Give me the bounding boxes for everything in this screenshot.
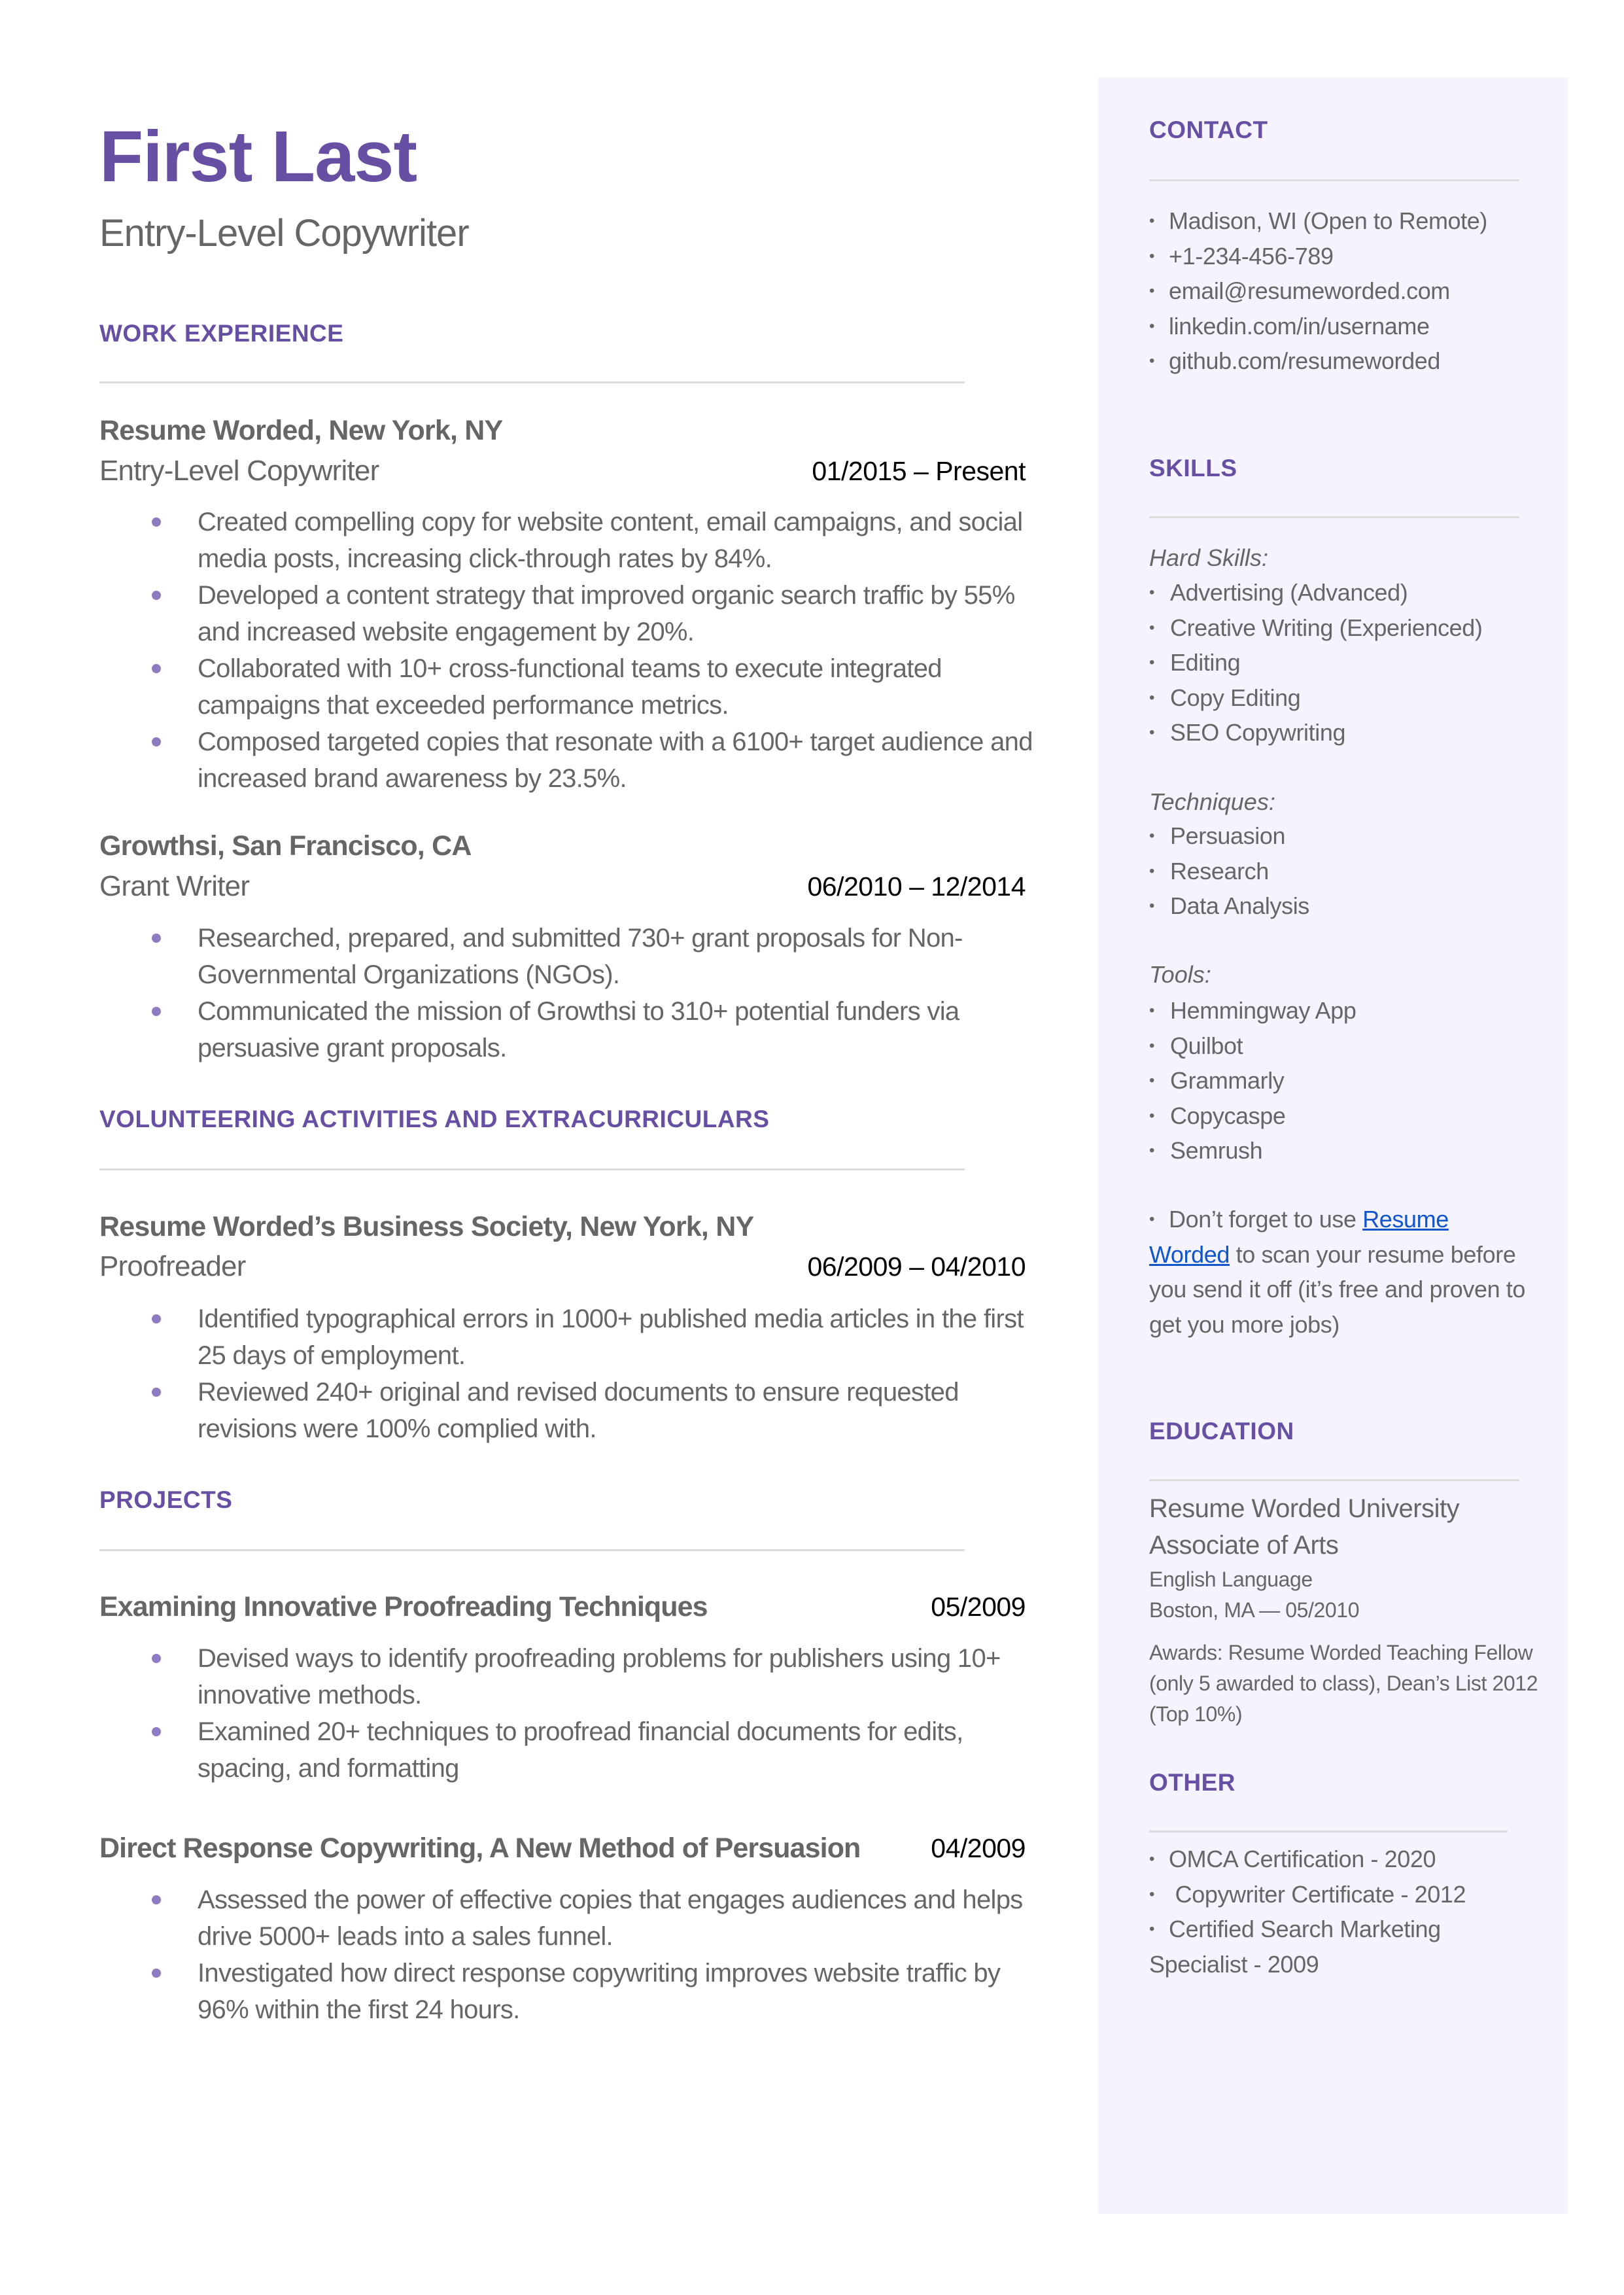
- other-item: • OMCA Certification - 2020: [1149, 1842, 1522, 1877]
- bullet-icon: •: [1149, 1210, 1155, 1228]
- project-bullets: Devised ways to identify proofreading pr…: [144, 1640, 1033, 1787]
- skill-item: Hemmingway App: [1149, 993, 1529, 1028]
- candidate-headline: Entry-Level Copywriter: [99, 212, 470, 254]
- skills-list-tools: Hemmingway App Quilbot Grammarly Copycas…: [1149, 993, 1529, 1168]
- contact-github[interactable]: github.com/resumeworded: [1149, 343, 1529, 379]
- section-title-contact: CONTACT: [1149, 116, 1268, 143]
- other-item-text: Copywriter Certificate - 2012: [1169, 1880, 1466, 1908]
- bullet-item: Collaborated with 10+ cross-functional t…: [144, 650, 1033, 724]
- skills-list-hard: Advertising (Advanced) Creative Writing …: [1149, 575, 1529, 750]
- resume-worded-tip: • Don’t forget to use Resume Worded to sc…: [1149, 1202, 1535, 1342]
- section-divider: [99, 1549, 965, 1551]
- education-degree: Associate of Arts: [1149, 1531, 1339, 1560]
- skill-item: Semrush: [1149, 1133, 1529, 1168]
- contact-email[interactable]: email@resumeworded.com: [1149, 273, 1529, 309]
- skills-group-label: Hard Skills:: [1149, 544, 1269, 571]
- skill-item: Grammarly: [1149, 1063, 1529, 1098]
- job-organization: Growthsi, San Francisco, CA: [99, 830, 472, 862]
- other-item-text: OMCA Certification - 2020: [1169, 1846, 1436, 1872]
- job-dates: 06/2010 – 12/2014: [807, 871, 1026, 902]
- project-title: Examining Innovative Proofreading Techni…: [99, 1591, 708, 1622]
- section-title-education: EDUCATION: [1149, 1418, 1294, 1445]
- section-title-skills: SKILLS: [1149, 455, 1237, 482]
- bullet-item: Investigated how direct response copywri…: [144, 1955, 1033, 2028]
- volunteer-dates: 06/2009 – 04/2010: [807, 1252, 1026, 1282]
- section-title-projects: PROJECTS: [99, 1486, 233, 1513]
- section-divider: [1149, 179, 1519, 181]
- skill-item: Editing: [1149, 645, 1529, 680]
- candidate-name: First Last: [99, 116, 417, 197]
- section-divider: [1149, 1479, 1519, 1481]
- job-role: Grant Writer: [99, 870, 250, 902]
- bullet-item: Identified typographical errors in 1000+…: [144, 1301, 1033, 1374]
- contact-list: Madison, WI (Open to Remote) +1-234-456-…: [1149, 203, 1529, 379]
- bullet-item: Communicated the mission of Growthsi to …: [144, 993, 1033, 1066]
- project-bullets: Assessed the power of effective copies t…: [144, 1882, 1033, 2028]
- job-organization: Resume Worded, New York, NY: [99, 415, 503, 446]
- section-title-other: OTHER: [1149, 1769, 1235, 1796]
- skill-item: Copy Editing: [1149, 680, 1529, 716]
- section-title-work-experience: WORK EXPERIENCE: [99, 320, 344, 347]
- bullet-item: Developed a content strategy that improv…: [144, 577, 1033, 650]
- contact-location: Madison, WI (Open to Remote): [1149, 203, 1529, 239]
- bullet-item: Assessed the power of effective copies t…: [144, 1882, 1033, 1955]
- tip-text-before: Don’t forget to use: [1169, 1206, 1363, 1233]
- bullet-icon: •: [1149, 1885, 1155, 1903]
- skill-item: Persuasion: [1149, 818, 1529, 854]
- volunteer-bullets: Identified typographical errors in 1000+…: [144, 1301, 1033, 1447]
- education-school: Resume Worded University: [1149, 1494, 1460, 1523]
- bullet-item: Devised ways to identify proofreading pr…: [144, 1640, 1033, 1713]
- other-item-text: Certified Search Marketing Specialist - …: [1149, 1916, 1441, 1978]
- bullet-icon: •: [1149, 1920, 1155, 1938]
- other-item: • Certified Search Marketing Specialist -…: [1149, 1912, 1522, 1982]
- other-item: • Copywriter Certificate - 2012: [1149, 1877, 1522, 1912]
- skill-item: Data Analysis: [1149, 888, 1529, 924]
- education-location-date: Boston, MA — 05/2010: [1149, 1598, 1360, 1622]
- skill-item: Creative Writing (Experienced): [1149, 610, 1529, 646]
- job-bullets: Researched, prepared, and submitted 730+…: [144, 920, 1033, 1066]
- job-role: Entry-Level Copywriter: [99, 455, 379, 487]
- bullet-item: Composed targeted copies that resonate w…: [144, 724, 1033, 797]
- skill-item: SEO Copywriting: [1149, 715, 1529, 750]
- project-date: 05/2009: [931, 1592, 1026, 1622]
- bullet-icon: •: [1149, 1850, 1155, 1868]
- other-list: • OMCA Certification - 2020 • Copywriter …: [1149, 1842, 1522, 1982]
- skill-item: Advertising (Advanced): [1149, 575, 1529, 610]
- skills-group-label: Tools:: [1149, 961, 1211, 988]
- education-field: English Language: [1149, 1568, 1313, 1591]
- contact-linkedin[interactable]: linkedin.com/in/username: [1149, 309, 1529, 344]
- bullet-item: Reviewed 240+ original and revised docum…: [144, 1374, 1033, 1447]
- skill-item: Research: [1149, 854, 1529, 889]
- section-divider: [1149, 516, 1519, 518]
- bullet-item: Researched, prepared, and submitted 730+…: [144, 920, 1033, 993]
- contact-phone[interactable]: +1-234-456-789: [1149, 239, 1529, 274]
- skill-item: Quilbot: [1149, 1028, 1529, 1064]
- section-divider: [99, 1168, 965, 1170]
- project-date: 04/2009: [931, 1833, 1026, 1863]
- section-divider: [99, 381, 965, 383]
- volunteer-organization: Resume Worded’s Business Society, New Yo…: [99, 1211, 754, 1242]
- project-title: Direct Response Copywriting, A New Metho…: [99, 1832, 861, 1864]
- bullet-item: Created compelling copy for website cont…: [144, 504, 1033, 577]
- job-dates: 01/2015 – Present: [812, 456, 1026, 486]
- skill-item: Copycaspe: [1149, 1098, 1529, 1134]
- job-bullets: Created compelling copy for website cont…: [144, 504, 1033, 797]
- education-awards: Awards: Resume Worded Teaching Fellow (o…: [1149, 1641, 1538, 1726]
- bullet-item: Examined 20+ techniques to proofread fin…: [144, 1713, 1033, 1787]
- skills-list-techniques: Persuasion Research Data Analysis: [1149, 818, 1529, 924]
- volunteer-role: Proofreader: [99, 1250, 246, 1282]
- skills-group-label: Techniques:: [1149, 788, 1275, 815]
- section-divider: [1149, 1831, 1508, 1832]
- section-title-volunteering: VOLUNTEERING ACTIVITIES AND EXTRACURRICU…: [99, 1106, 770, 1132]
